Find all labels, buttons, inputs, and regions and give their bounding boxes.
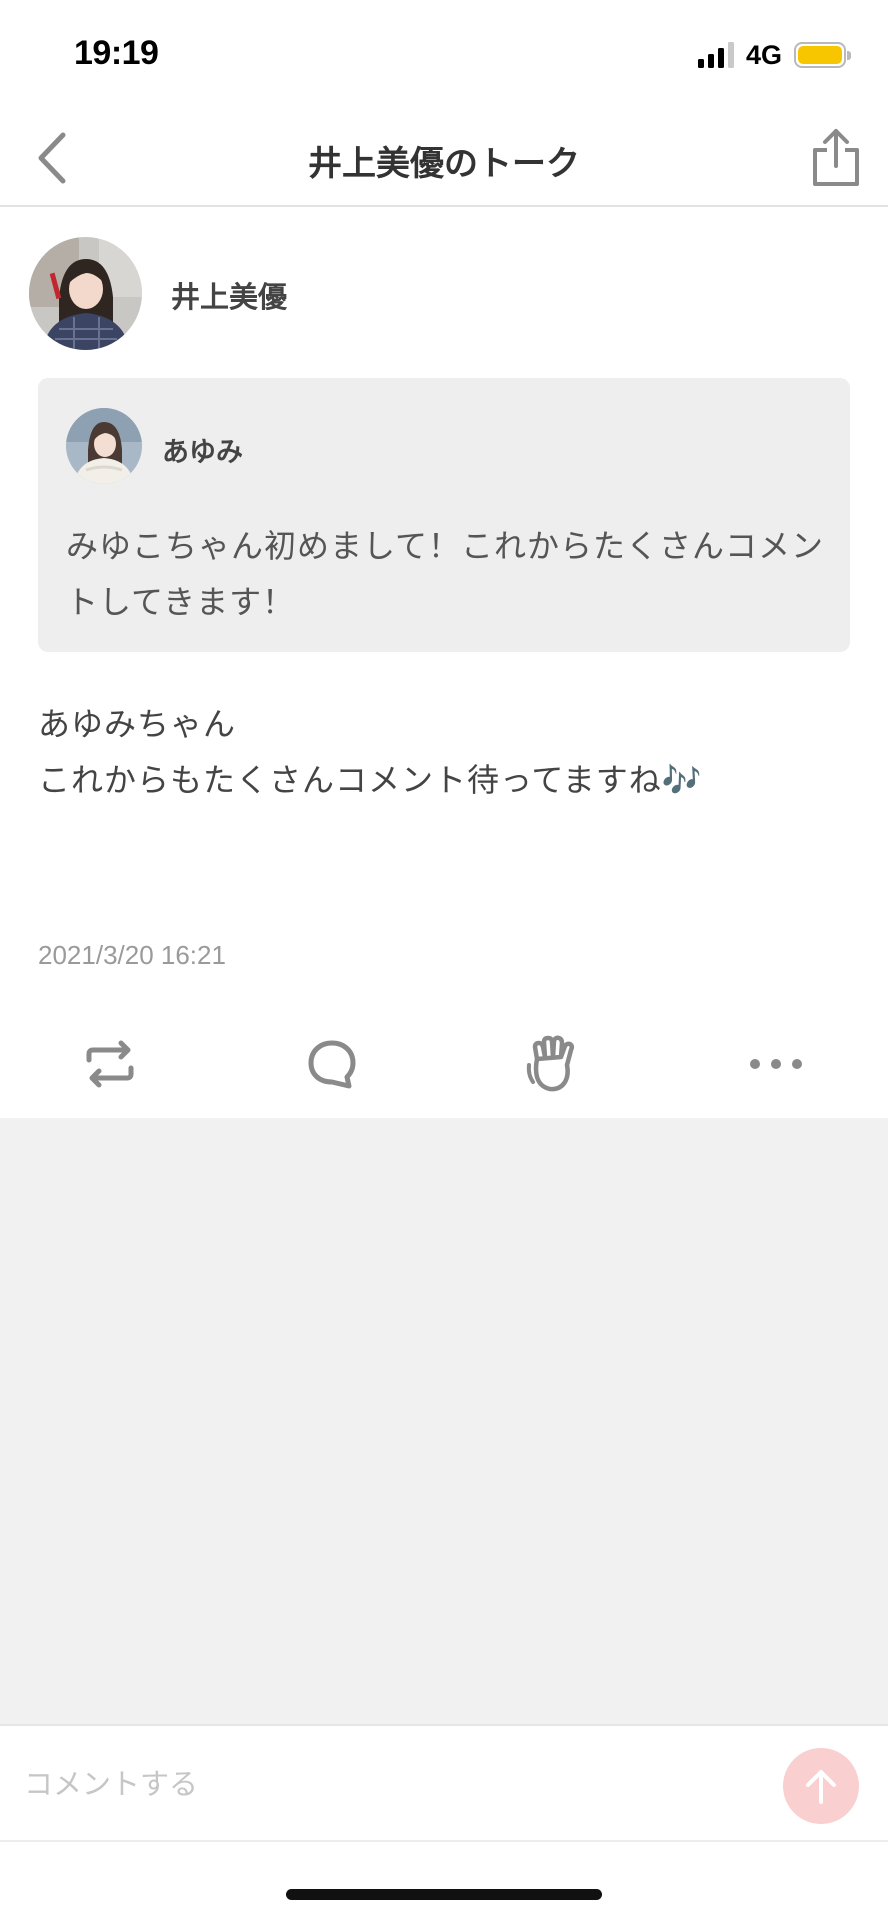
comment-bubble-icon — [308, 1040, 356, 1089]
post-timestamp: 2021/3/20 16:21 — [38, 940, 226, 970]
back-button[interactable] — [22, 128, 82, 188]
page-title: 井上美優のトーク — [308, 144, 580, 184]
clap-button[interactable] — [520, 1030, 588, 1098]
battery-icon — [794, 42, 851, 68]
repost-button[interactable] — [76, 1030, 144, 1098]
quote-author-name[interactable]: あゆみ — [162, 430, 243, 469]
send-button[interactable] — [783, 1748, 859, 1824]
status-time: 19:19 — [74, 34, 159, 72]
author-name[interactable]: 井上美優 — [171, 274, 287, 316]
home-indicator[interactable] — [286, 1889, 602, 1900]
action-bar — [0, 1010, 888, 1118]
more-button[interactable] — [742, 1030, 810, 1098]
more-icon — [750, 1059, 802, 1069]
network-type: 4G — [745, 39, 782, 70]
repost-icon — [86, 1040, 134, 1088]
comment-bar — [0, 1724, 888, 1842]
quoted-comment[interactable]: あゆみ みゆこちゃん初めまして！これからたくさんコメントしてきます！ — [38, 378, 850, 652]
status-bar: 19:19 4G — [0, 0, 888, 110]
author-avatar[interactable] — [29, 237, 142, 350]
quote-avatar[interactable] — [66, 408, 142, 484]
clap-icon — [526, 1035, 575, 1092]
status-indicators: 4G — [697, 39, 851, 70]
quote-text: みゆこちゃん初めまして！これからたくさんコメントしてきます！ — [66, 527, 825, 621]
reply-text: あゆみちゃん これからもたくさんコメント待ってますね🎶 — [38, 705, 703, 799]
chevron-left-icon — [38, 132, 66, 184]
arrow-up-icon — [806, 1770, 836, 1804]
comment-input[interactable] — [24, 1754, 744, 1814]
comment-button[interactable] — [298, 1030, 366, 1098]
quote-avatar-image — [66, 408, 142, 484]
header: 井上美優のトーク — [0, 110, 888, 207]
author-avatar-image — [29, 237, 142, 350]
share-button[interactable] — [804, 122, 868, 194]
empty-comments-area — [0, 1118, 888, 1724]
signal-icon — [697, 42, 734, 68]
share-icon — [813, 129, 859, 186]
